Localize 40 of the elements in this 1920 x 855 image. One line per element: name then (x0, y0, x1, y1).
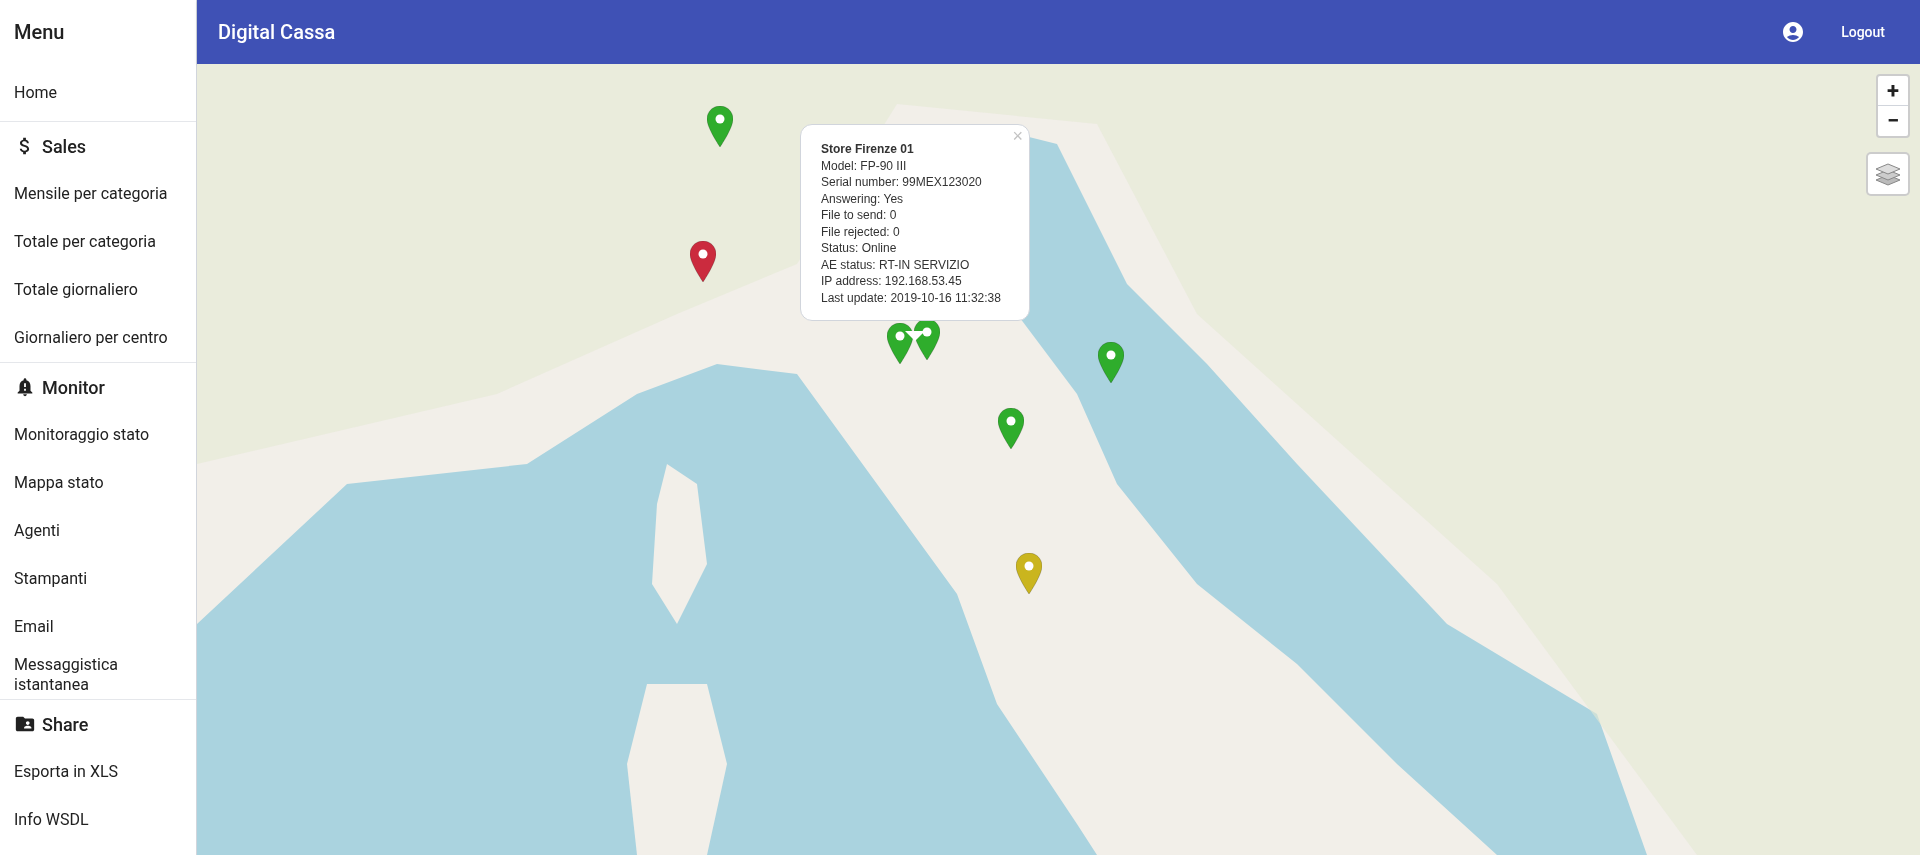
map-marker-icon[interactable] (887, 323, 913, 364)
popup-line: Model: FP-90 III (821, 157, 908, 174)
popup-line: Serial number: 99MEX123020 (821, 174, 983, 191)
popup-line: Answering: Yes (821, 190, 905, 207)
menu-item[interactable]: Monitoraggio stato (0, 411, 196, 459)
map-marker-icon[interactable] (998, 408, 1024, 449)
popup-line: Status: Online (821, 240, 898, 257)
menu-item[interactable]: Esporta in XLS (0, 748, 196, 796)
zoom-out-button[interactable]: − (1878, 106, 1908, 136)
menu-item[interactable]: Stampanti (0, 555, 196, 603)
zoom-in-button[interactable]: + (1878, 76, 1908, 106)
menu-item[interactable]: Messaggistica istantanea (0, 651, 196, 699)
sidebar-title: Menu (14, 19, 65, 46)
menu-item[interactable]: Info WSDL (0, 796, 196, 844)
menu-item[interactable]: Totale per categoria (0, 218, 196, 266)
app-title: Digital Cassa (218, 19, 337, 46)
popup-line: AE status: RT-IN SERVIZIO (821, 256, 971, 273)
popup-title: Store Firenze 01 (821, 141, 915, 158)
layers-button[interactable] (1866, 152, 1910, 196)
popup-line: File rejected: 0 (821, 223, 901, 240)
menu-item[interactable]: Giornaliero per centro (0, 314, 196, 362)
section-heading: Share (42, 712, 89, 737)
map-marker-icon[interactable] (1098, 342, 1124, 383)
popup-line: File to send: 0 (821, 207, 898, 224)
section-heading: Monitor (42, 375, 105, 400)
section-heading: Sales (42, 134, 87, 159)
map-marker-icon[interactable] (1016, 553, 1042, 594)
popup-line: Last update: 2019-10-16 11:32:38 (821, 289, 1002, 306)
popup-pointer (905, 331, 925, 341)
map-marker-icon[interactable] (690, 241, 716, 282)
menu-item[interactable]: Mensile per categoria (0, 170, 196, 218)
map-marker-icon[interactable] (707, 106, 733, 147)
layers-icon (1875, 161, 1901, 187)
menu-item[interactable]: Agenti (0, 507, 196, 555)
logout-button[interactable]: Logout (1833, 15, 1893, 49)
menu-item[interactable]: Totale giornaliero (0, 266, 196, 314)
popup-line: IP address: 192.168.53.45 (821, 273, 963, 290)
menu-item[interactable]: Email (0, 603, 196, 651)
menu-item[interactable]: Mappa stato (0, 459, 196, 507)
account-icon[interactable] (1781, 20, 1806, 44)
